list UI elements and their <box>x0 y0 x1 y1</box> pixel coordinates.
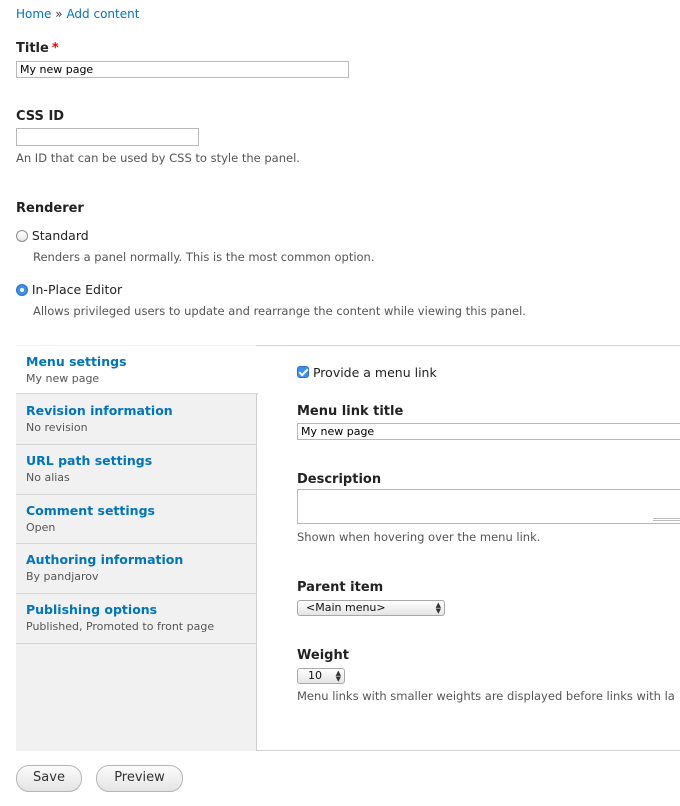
parent-item-label: Parent item <box>297 580 384 595</box>
tab-url-path-settings-summary: No alias <box>26 471 70 484</box>
parent-item-value: <Main menu> <box>306 601 386 614</box>
provide-menu-link-checkbox[interactable] <box>297 366 309 378</box>
tab-publishing-options[interactable]: Publishing options Published, Promoted t… <box>16 594 257 644</box>
weight-select[interactable]: 10 ▲ ▼ <box>297 668 345 684</box>
tab-comment-settings-title[interactable]: Comment settings <box>26 503 247 518</box>
standard-description: Renders a panel normally. This is the mo… <box>33 250 375 264</box>
tab-publishing-options-title[interactable]: Publishing options <box>26 602 247 617</box>
required-mark: * <box>51 41 59 56</box>
css-id-input[interactable] <box>16 128 199 146</box>
breadcrumb: Home » Add content <box>16 7 139 21</box>
tab-menu-settings-title[interactable]: Menu settings <box>26 354 248 369</box>
menu-link-title-input[interactable]: My new page <box>297 423 680 440</box>
description-label: Description <box>297 472 382 487</box>
save-button[interactable]: Save <box>16 765 82 792</box>
title-input[interactable]: My new page <box>16 61 349 78</box>
renderer-label: Renderer <box>16 201 84 216</box>
radio-in-place-editor-label[interactable]: In-Place Editor <box>32 282 122 297</box>
select-arrows-icon: ▲ ▼ <box>435 601 441 615</box>
tab-authoring-information[interactable]: Authoring information By pandjarov <box>16 544 257 594</box>
description-textarea[interactable] <box>297 489 680 524</box>
radio-standard[interactable] <box>16 230 28 242</box>
renderer-option-standard[interactable]: Standard <box>16 228 89 243</box>
css-id-description: An ID that can be used by CSS to style t… <box>16 151 300 165</box>
menu-link-title-label: Menu link title <box>297 404 404 419</box>
weight-label: Weight <box>297 648 349 663</box>
preview-button[interactable]: Preview <box>96 765 183 792</box>
tab-publishing-options-summary: Published, Promoted to front page <box>26 620 215 633</box>
tab-menu-settings[interactable]: Menu settings My new page <box>16 346 258 394</box>
tab-url-path-settings[interactable]: URL path settings No alias <box>16 445 257 495</box>
radio-standard-label[interactable]: Standard <box>32 228 89 243</box>
css-id-label: CSS ID <box>16 109 65 124</box>
tab-menu-settings-summary: My new page <box>26 372 100 385</box>
renderer-option-in-place-editor[interactable]: In-Place Editor <box>16 282 122 297</box>
tab-comment-settings[interactable]: Comment settings Open <box>16 495 257 544</box>
breadcrumb-separator: » <box>55 7 63 21</box>
in-place-editor-description: Allows privileged users to update and re… <box>33 304 526 318</box>
textarea-resize-grip[interactable] <box>653 517 680 522</box>
provide-menu-link[interactable]: Provide a menu link <box>297 365 437 380</box>
breadcrumb-add-content-link[interactable]: Add content <box>66 7 139 21</box>
provide-menu-link-label[interactable]: Provide a menu link <box>313 365 437 380</box>
parent-item-select[interactable]: <Main menu> ▲ ▼ <box>297 600 445 616</box>
weight-help: Menu links with smaller weights are disp… <box>297 689 675 703</box>
tab-url-path-settings-title[interactable]: URL path settings <box>26 453 247 468</box>
breadcrumb-home-link[interactable]: Home <box>16 7 51 21</box>
tab-revision-information[interactable]: Revision information No revision <box>16 395 257 445</box>
title-label-text: Title <box>16 41 49 56</box>
radio-in-place-editor[interactable] <box>16 284 28 296</box>
weight-arrows-icon: ▲ ▼ <box>335 669 341 683</box>
weight-value: 10 <box>308 669 322 682</box>
tab-authoring-information-summary: By pandjarov <box>26 570 99 583</box>
tab-authoring-information-title[interactable]: Authoring information <box>26 552 247 567</box>
tab-comment-settings-summary: Open <box>26 521 56 534</box>
title-label: Title * <box>16 41 59 56</box>
tab-revision-information-summary: No revision <box>26 421 88 434</box>
description-help: Shown when hovering over the menu link. <box>297 530 541 544</box>
tab-revision-information-title[interactable]: Revision information <box>26 403 247 418</box>
